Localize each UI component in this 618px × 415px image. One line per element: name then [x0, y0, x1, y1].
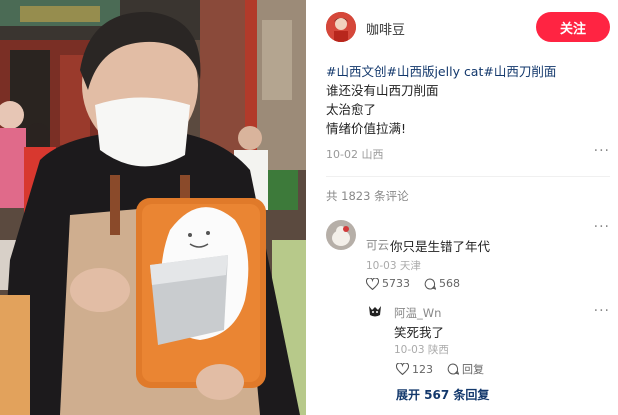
post-meta: 10-02 山西 ···: [326, 144, 610, 162]
comment-bubble-icon: [447, 363, 459, 375]
post-text-line: 情绪价值拉满!: [326, 121, 407, 136]
reply-date: 10-03: [394, 344, 425, 356]
reply-text: 笑死我了: [394, 325, 445, 340]
avatar-image: [326, 220, 356, 250]
ellipsis-icon[interactable]: ···: [594, 220, 610, 234]
like-button[interactable]: 123: [396, 363, 433, 376]
avatar-image: [326, 12, 356, 42]
comment-date: 10-03: [366, 260, 397, 272]
like-count: 5733: [382, 277, 410, 290]
post-panel: 咖啡豆 关注 #山西文创#山西版jelly cat#山西刀削面 谁还没有山西刀削…: [310, 0, 618, 415]
reply-meta: 10-03 陕西: [394, 342, 449, 357]
post-text-line: 谁还没有山西刀削面: [326, 83, 439, 98]
reply-avatar[interactable]: [366, 302, 384, 320]
follow-button[interactable]: 关注: [536, 12, 610, 42]
comment-bubble-icon: [424, 277, 436, 290]
reply-count: 568: [439, 277, 460, 290]
heart-icon: [396, 363, 409, 375]
tag-link[interactable]: #山西版jelly cat: [386, 64, 483, 79]
post-photo[interactable]: [0, 0, 306, 415]
tag-line: #山西文创#山西版jelly cat#山西刀削面: [326, 62, 610, 81]
comment-location: 天津: [399, 260, 421, 272]
author-avatar[interactable]: [326, 12, 356, 42]
ellipsis-icon[interactable]: ···: [594, 304, 610, 318]
author-row: 咖啡豆 关注: [326, 12, 610, 44]
comment-actions: 5733 568: [366, 277, 460, 290]
comment-meta: 10-03 天津: [366, 258, 421, 273]
post-location: 山西: [361, 148, 384, 161]
reply-button[interactable]: 回复: [447, 361, 484, 377]
like-button[interactable]: 5733: [366, 277, 410, 290]
author-name[interactable]: 咖啡豆: [366, 19, 405, 38]
reply-actions: 123 回复: [396, 361, 484, 377]
comment-count: 共 1823 条评论: [326, 189, 409, 203]
post-text-line: 太治愈了: [326, 102, 377, 117]
photo-illustration: [0, 0, 306, 415]
comment-text: 你只是生错了年代: [390, 239, 491, 254]
commenter-avatar[interactable]: [326, 220, 356, 250]
reply-location: 陕西: [427, 344, 449, 356]
tag-link[interactable]: #山西文创: [326, 64, 386, 79]
commenter-name[interactable]: 可云: [366, 237, 389, 253]
heart-icon: [366, 277, 379, 290]
tag-link[interactable]: #山西刀削面: [483, 64, 556, 79]
reply-label: 回复: [462, 363, 484, 376]
reply-name[interactable]: 阿温_Wn: [394, 305, 441, 321]
reply-button[interactable]: 568: [424, 277, 460, 290]
divider: [326, 176, 610, 177]
post-date: 10-02: [326, 148, 358, 161]
post-body: #山西文创#山西版jelly cat#山西刀削面 谁还没有山西刀削面 太治愈了 …: [326, 62, 610, 138]
avatar-image: [366, 302, 384, 320]
like-count: 123: [412, 362, 433, 376]
expand-replies-link[interactable]: 展开 567 条回复: [396, 386, 489, 403]
ellipsis-icon[interactable]: ···: [594, 144, 610, 158]
